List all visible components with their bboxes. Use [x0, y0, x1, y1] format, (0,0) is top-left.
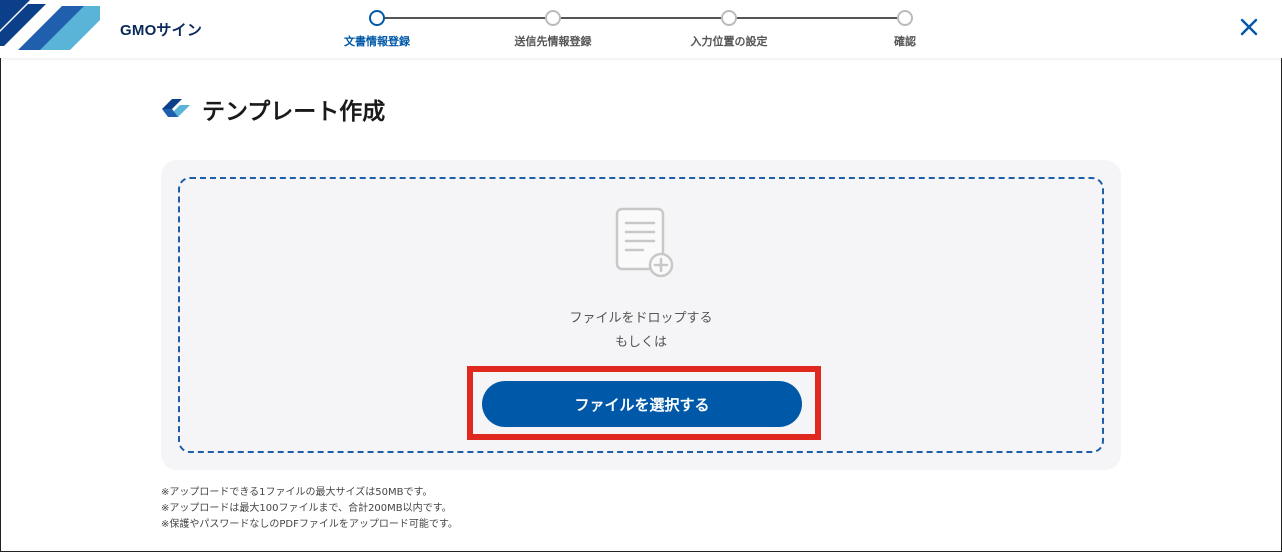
upload-panel: ファイルをドロップする もしくは ファイルを選択する: [161, 160, 1121, 470]
step-recipient-info: 送信先情報登録: [483, 10, 623, 49]
step-confirm: 確認: [835, 10, 975, 49]
close-button[interactable]: [1238, 16, 1260, 38]
step-dot-active: [369, 10, 385, 26]
drop-instruction: ファイルをドロップする: [569, 311, 713, 326]
select-file-button[interactable]: ファイルを選択する: [482, 381, 802, 427]
page-title: テンプレート作成: [160, 92, 385, 126]
step-dot: [897, 10, 913, 26]
close-icon: [1240, 18, 1258, 36]
file-dropzone[interactable]: ファイルをドロップする もしくは ファイルを選択する: [178, 177, 1104, 453]
step-dot: [721, 10, 737, 26]
step-label: 確認: [894, 35, 916, 48]
stepper-line: [384, 17, 904, 19]
page-title-text: テンプレート作成: [202, 99, 386, 125]
step-label: 文書情報登録: [344, 35, 410, 48]
or-text: もしくは: [614, 335, 667, 350]
note-line: ※アップロードできる1ファイルの最大サイズは50MBです。: [161, 487, 433, 498]
upload-notes: ※アップロードできる1ファイルの最大サイズは50MBです。 ※アップロードは最大…: [161, 485, 458, 533]
step-label: 入力位置の設定: [690, 35, 768, 48]
progress-stepper: 文書情報登録 送信先情報登録 入力位置の設定 確認: [0, 0, 1282, 58]
step-label: 送信先情報登録: [514, 35, 592, 48]
gmo-sign-logo-icon: [162, 99, 190, 117]
note-line: ※保護やパスワードなしのPDFファイルをアップロード可能です。: [161, 519, 458, 530]
top-header: GMOサイン 文書情報登録 送信先情報登録 入力位置の設定 確認: [0, 0, 1282, 58]
step-input-position: 入力位置の設定: [659, 10, 799, 49]
document-add-icon: [615, 207, 674, 278]
step-document-info: 文書情報登録: [307, 10, 447, 49]
step-dot: [545, 10, 561, 26]
note-line: ※アップロードは最大100ファイルまで、合計200MB以内です。: [161, 503, 452, 514]
